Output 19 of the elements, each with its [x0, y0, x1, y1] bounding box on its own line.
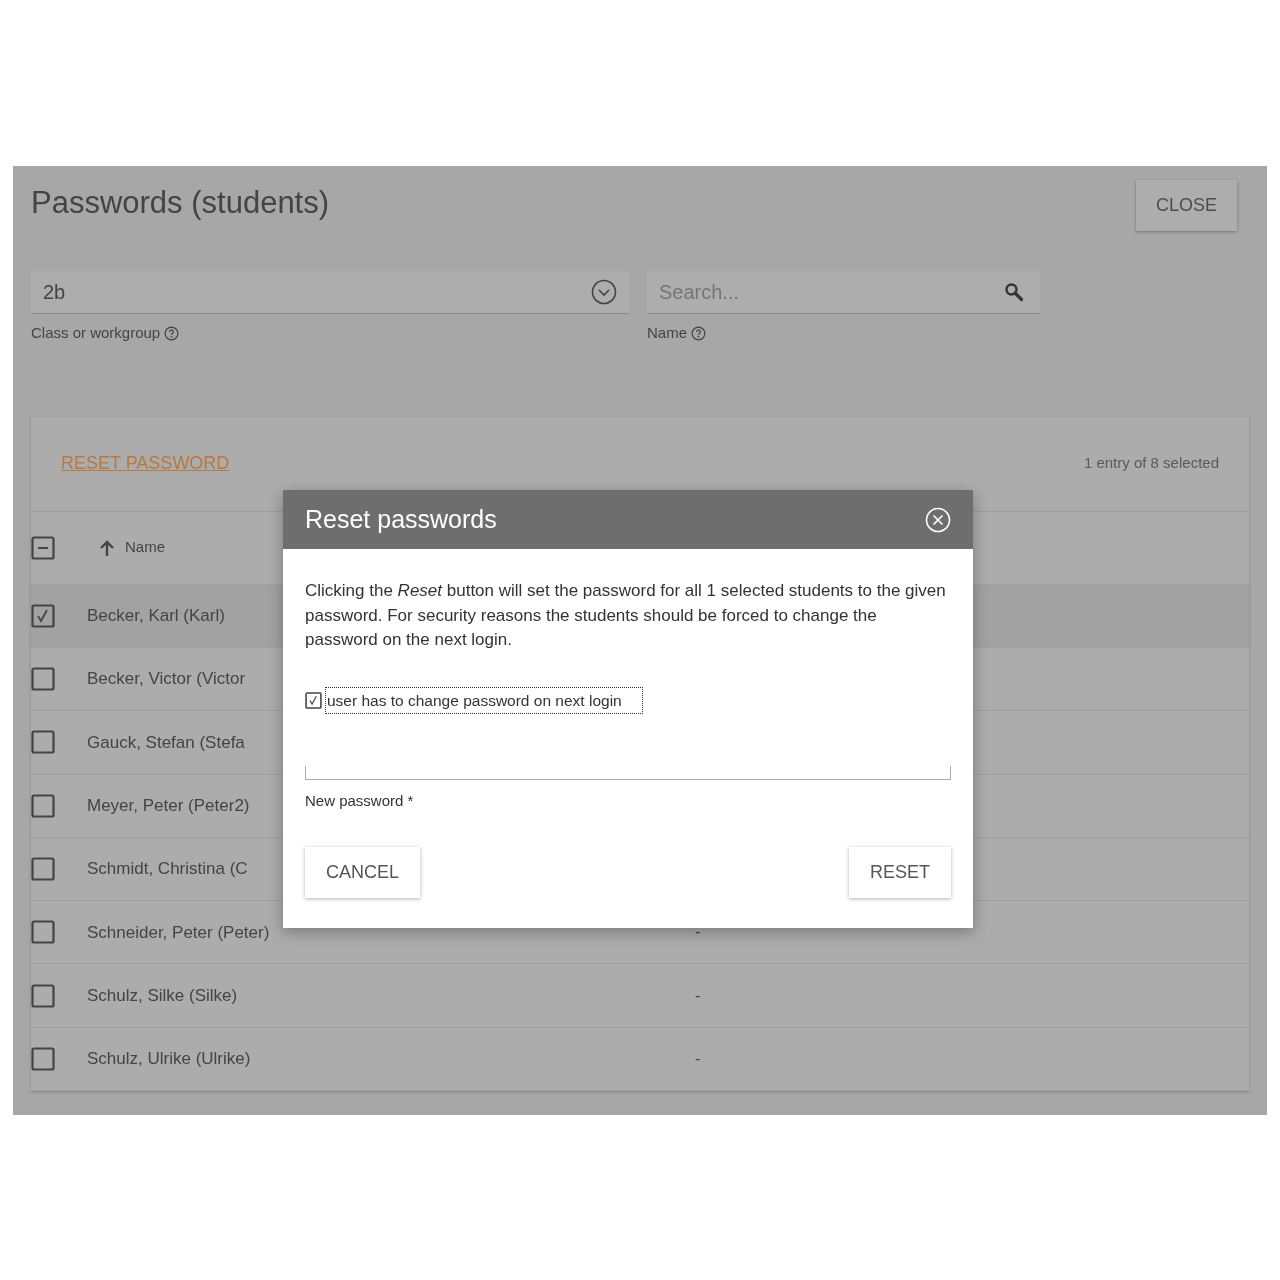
selection-count: 1 entry of 8 selected — [1083, 453, 1219, 474]
dialog-title: Reset passwords — [305, 503, 497, 535]
student-name: Meyer, Peter (Peter2) — [87, 795, 250, 815]
student-name: Gauck, Stefan (Stefa — [87, 732, 245, 752]
student-name: Schneider, Peter (Peter) — [87, 922, 270, 942]
page-title: Passwords (students) — [31, 184, 330, 222]
student-name: Schmidt, Christina (C — [87, 859, 248, 879]
field-label: New password * — [305, 791, 415, 812]
student-name: Becker, Karl (Karl) — [87, 606, 225, 626]
field-helper-text: Class or workgroup — [31, 323, 161, 344]
table-cell-text: - — [695, 1048, 701, 1069]
dialog-message: Clicking the Reset button will set the password for all 1 selected students to the given password. For security reasons the students should be forced to change the password on the next login. — [305, 580, 947, 651]
student-name: Becker, Victor (Victor — [87, 669, 246, 689]
select-value: 2b — [43, 280, 66, 306]
student-name: Schulz, Silke (Silke) — [87, 985, 238, 1005]
table-cell-text: - — [695, 922, 701, 943]
student-name: Schulz, Ulrike (Ulrike) — [87, 1049, 251, 1069]
field-helper-text: Name — [647, 323, 687, 344]
table-cell-text: - — [695, 985, 701, 1006]
